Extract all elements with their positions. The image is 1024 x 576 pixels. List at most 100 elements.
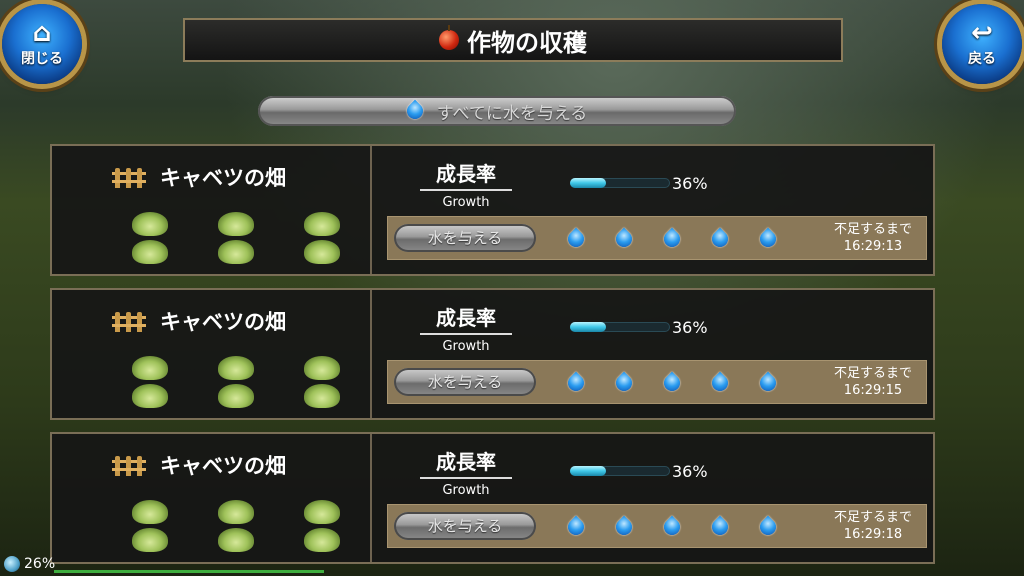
water-drop-icon xyxy=(564,227,588,251)
back-button[interactable]: ↩ 戻る xyxy=(942,4,1022,84)
water-drop-icon xyxy=(756,371,780,395)
water-drop-icon xyxy=(612,371,636,395)
water-drop-icon xyxy=(403,99,427,123)
panel-divider xyxy=(370,434,372,562)
water-button[interactable]: 水を与える xyxy=(394,224,536,252)
cabbage-crop-icon xyxy=(218,240,254,264)
crop-plot-panel: キャベツの畑 成長率 Growth 36% 水を与える 不足するまで 16:29… xyxy=(50,432,935,564)
water-row: 水を与える 不足するまで 16:29:18 xyxy=(387,504,927,548)
close-button-label: 閉じる xyxy=(21,51,63,67)
cabbage-crop-icon xyxy=(304,500,340,524)
growth-label: 成長率 Growth xyxy=(420,158,512,210)
growth-label-jp: 成長率 xyxy=(420,158,512,191)
water-drop-icon xyxy=(756,227,780,251)
until-shortage-time: 16:29:15 xyxy=(843,383,903,398)
cabbage-crop-icon xyxy=(218,356,254,380)
plot-title: キャベツの畑 xyxy=(112,162,286,192)
cabbage-crop-icon xyxy=(304,212,340,236)
panel-divider xyxy=(370,290,372,418)
growth-bar xyxy=(570,466,670,476)
panel-divider xyxy=(370,146,372,274)
fence-icon xyxy=(112,166,146,188)
growth-bar-fill xyxy=(570,322,606,332)
growth-label: 成長率 Growth xyxy=(420,302,512,354)
cabbage-crop-icon xyxy=(304,240,340,264)
cabbage-crop-icon xyxy=(132,212,168,236)
water-drop-icon xyxy=(564,371,588,395)
growth-percent: 36% xyxy=(672,174,708,193)
plot-name: キャベツの畑 xyxy=(160,454,286,478)
water-drop-icon xyxy=(660,371,684,395)
growth-label-jp: 成長率 xyxy=(420,446,512,479)
cabbage-crop-icon xyxy=(132,500,168,524)
status-icon xyxy=(4,556,20,572)
water-drop-icon xyxy=(756,515,780,539)
page-title: 作物の収穫 xyxy=(467,28,587,57)
fence-icon xyxy=(112,454,146,476)
water-drop-icon xyxy=(708,515,732,539)
crop-grid xyxy=(132,356,352,416)
crop-plot-panel: キャベツの畑 成長率 Growth 36% 水を与える 不足するまで 16:29… xyxy=(50,288,935,420)
apple-icon xyxy=(439,25,459,50)
growth-bar xyxy=(570,322,670,332)
water-drop-icon xyxy=(660,227,684,251)
status-percent: 26% xyxy=(24,556,56,572)
plot-title: キャベツの畑 xyxy=(112,306,286,336)
crop-grid xyxy=(132,212,352,272)
close-button[interactable]: ⌂ 閉じる xyxy=(2,4,82,84)
cabbage-crop-icon xyxy=(304,528,340,552)
until-shortage-time: 16:29:18 xyxy=(843,527,903,542)
water-row: 水を与える 不足するまで 16:29:15 xyxy=(387,360,927,404)
status-indicator: 26% xyxy=(4,556,55,572)
water-all-label: すべてに水を与える xyxy=(436,103,588,124)
cabbage-crop-icon xyxy=(218,528,254,552)
cabbage-crop-icon xyxy=(132,240,168,264)
cabbage-crop-icon xyxy=(132,356,168,380)
status-progress-line xyxy=(54,570,324,573)
title-banner: 作物の収穫 xyxy=(183,18,843,62)
plot-name: キャベツの畑 xyxy=(160,310,286,334)
growth-label-en: Growth xyxy=(442,339,490,354)
growth-bar-fill xyxy=(570,178,606,188)
water-drop-icon xyxy=(708,371,732,395)
until-shortage: 不足するまで 16:29:13 xyxy=(834,221,912,255)
growth-label-jp: 成長率 xyxy=(420,302,512,335)
growth-label: 成長率 Growth xyxy=(420,446,512,498)
cabbage-crop-icon xyxy=(218,212,254,236)
until-shortage-time: 16:29:13 xyxy=(843,239,903,254)
water-row: 水を与える 不足するまで 16:29:13 xyxy=(387,216,927,260)
growth-percent: 36% xyxy=(672,318,708,337)
water-all-button[interactable]: すべてに水を与える xyxy=(258,96,736,126)
return-arrow-icon: ↩ xyxy=(971,18,993,48)
water-button[interactable]: 水を与える xyxy=(394,512,536,540)
cabbage-crop-icon xyxy=(132,384,168,408)
growth-label-en: Growth xyxy=(442,195,490,210)
cabbage-crop-icon xyxy=(304,384,340,408)
back-button-label: 戻る xyxy=(968,51,996,67)
cabbage-crop-icon xyxy=(218,384,254,408)
home-icon: ⌂ xyxy=(32,18,52,48)
water-drop-icon xyxy=(660,515,684,539)
cabbage-crop-icon xyxy=(132,528,168,552)
water-drop-icon xyxy=(708,227,732,251)
until-shortage: 不足するまで 16:29:15 xyxy=(834,365,912,399)
cabbage-crop-icon xyxy=(218,500,254,524)
fence-icon xyxy=(112,310,146,332)
growth-percent: 36% xyxy=(672,462,708,481)
water-drop-icon xyxy=(612,227,636,251)
until-shortage-label: 不足するまで xyxy=(833,366,912,381)
water-drop-icon xyxy=(612,515,636,539)
water-button[interactable]: 水を与える xyxy=(394,368,536,396)
crop-plot-panel: キャベツの畑 成長率 Growth 36% 水を与える 不足するまで 16:29… xyxy=(50,144,935,276)
plot-name: キャベツの畑 xyxy=(160,166,286,190)
water-drop-icon xyxy=(564,515,588,539)
growth-bar xyxy=(570,178,670,188)
growth-label-en: Growth xyxy=(442,483,490,498)
until-shortage-label: 不足するまで xyxy=(833,222,912,237)
growth-bar-fill xyxy=(570,466,606,476)
cabbage-crop-icon xyxy=(304,356,340,380)
plot-title: キャベツの畑 xyxy=(112,450,286,480)
until-shortage-label: 不足するまで xyxy=(833,510,912,525)
until-shortage: 不足するまで 16:29:18 xyxy=(834,509,912,543)
crop-grid xyxy=(132,500,352,560)
